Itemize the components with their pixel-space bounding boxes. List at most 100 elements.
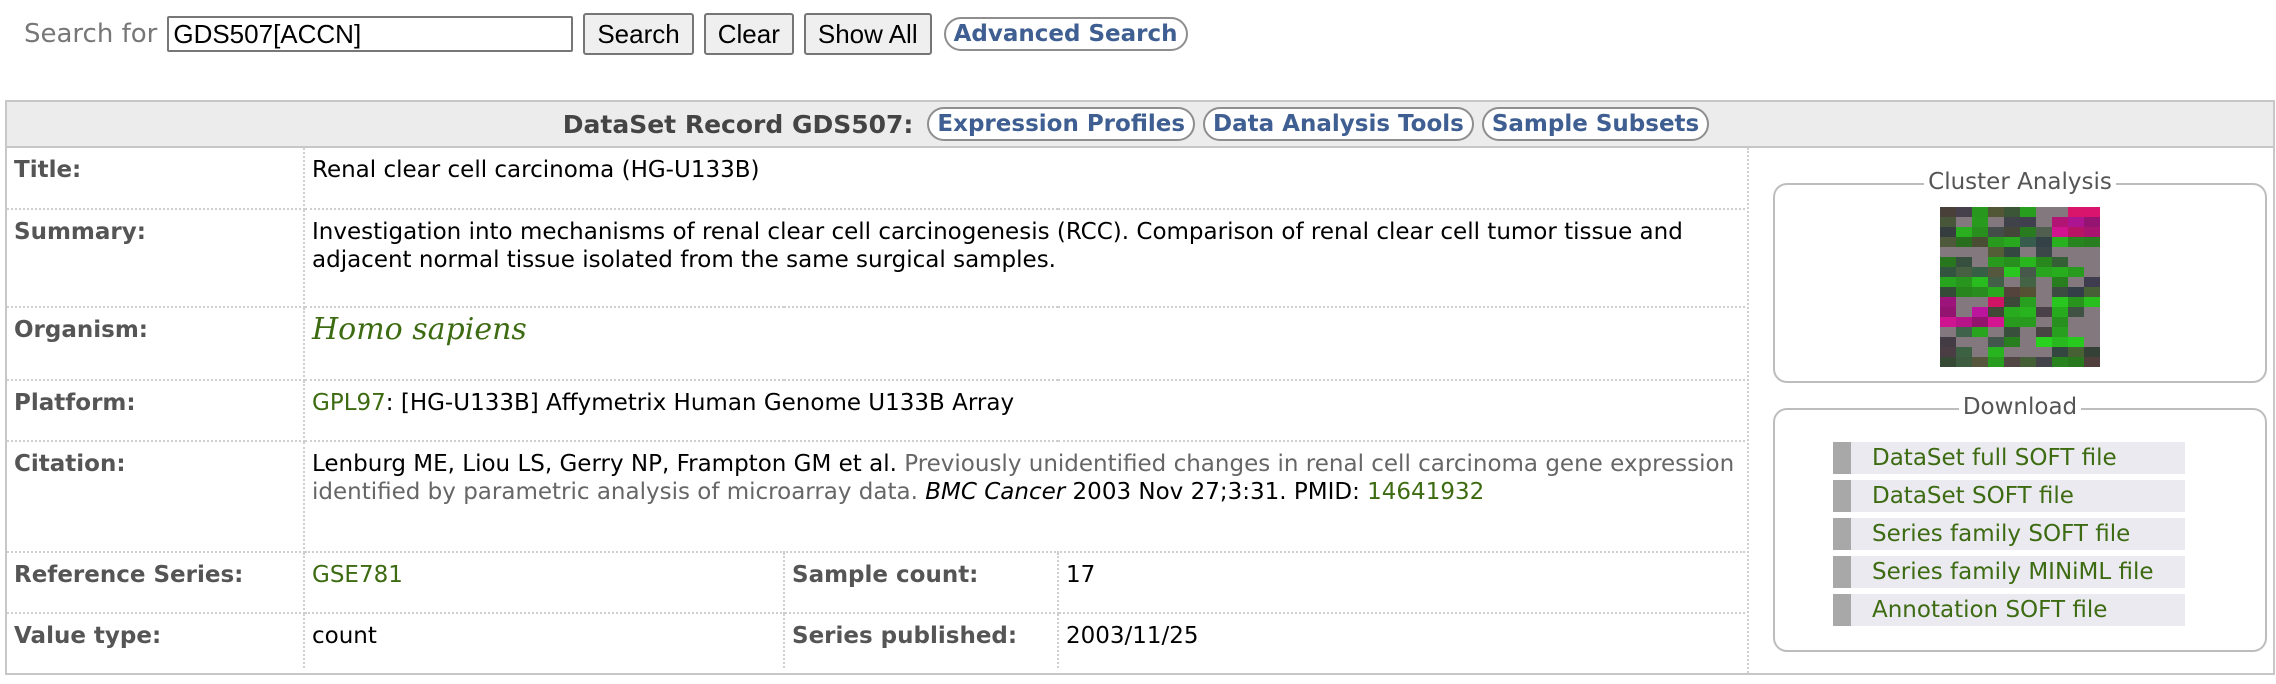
heatmap-cell: [2020, 317, 2036, 327]
heatmap-cell: [1956, 327, 1972, 337]
heatmap-cell: [2084, 347, 2100, 357]
heatmap-cell: [2084, 297, 2100, 307]
heatmap-cell: [2036, 217, 2052, 227]
heatmap-cell: [1956, 307, 1972, 317]
heatmap-cell: [2020, 307, 2036, 317]
heatmap-cell: [1940, 357, 1956, 367]
heatmap-cell: [1956, 277, 1972, 287]
reference-series-label: Reference Series:: [7, 552, 305, 614]
heatmap-cell: [2068, 287, 2084, 297]
heatmap-cell: [2036, 317, 2052, 327]
download-series-family-miniml[interactable]: Series family MINiML file: [1833, 556, 2185, 588]
organism-link[interactable]: Homo sapiens: [312, 312, 527, 347]
search-button[interactable]: Search: [583, 13, 694, 55]
download-dataset-full-soft[interactable]: DataSet full SOFT file: [1833, 442, 2185, 474]
heatmap-cell: [2020, 277, 2036, 287]
summary-value: Investigation into mechanisms of renal c…: [304, 209, 1745, 308]
heatmap-cell: [2084, 317, 2100, 327]
heatmap-cell: [2084, 277, 2100, 287]
heatmap-cell: [1972, 247, 1988, 257]
search-input[interactable]: [167, 16, 574, 52]
heatmap-cell: [1988, 327, 2004, 337]
reference-series-cell: GSE781: [304, 552, 785, 614]
heatmap-cell: [1956, 227, 1972, 237]
download-list: DataSet full SOFT file DataSet SOFT file…: [1833, 442, 2185, 632]
heatmap-cell: [2020, 327, 2036, 337]
heatmap-cell: [2020, 237, 2036, 247]
heatmap-cell: [2084, 237, 2100, 247]
record-title: DataSet Record GDS507:: [562, 109, 914, 139]
heatmap-cell: [1972, 267, 1988, 277]
heatmap-cell: [2036, 207, 2052, 217]
heatmap-cell: [2036, 307, 2052, 317]
sample-count-label: Sample count:: [784, 552, 1059, 614]
row-summary: Summary: Investigation into mechanisms o…: [7, 209, 1745, 308]
heatmap-cell: [1940, 327, 1956, 337]
show-all-button[interactable]: Show All: [803, 13, 932, 55]
heatmap-cell: [2020, 337, 2036, 347]
heatmap-cell: [1988, 277, 2004, 287]
tab-expression-profiles[interactable]: Expression Profiles: [927, 107, 1196, 141]
heatmap-cell: [2052, 317, 2068, 327]
heatmap-cell: [2020, 257, 2036, 267]
dataset-record: DataSet Record GDS507: Expression Profil…: [5, 100, 2275, 675]
tab-data-analysis-tools[interactable]: Data Analysis Tools: [1203, 107, 1474, 141]
heatmap-cell: [1988, 317, 2004, 327]
heatmap-cell: [2036, 227, 2052, 237]
download-dataset-soft[interactable]: DataSet SOFT file: [1833, 480, 2185, 512]
heatmap-cell: [1940, 317, 1956, 327]
heatmap-cell: [2004, 237, 2020, 247]
heatmap-cell: [2036, 357, 2052, 367]
heatmap-cell: [1972, 217, 1988, 227]
heatmap-cell: [2020, 227, 2036, 237]
heatmap-cell: [2036, 327, 2052, 337]
cluster-heatmap-image[interactable]: [1940, 207, 2100, 367]
heatmap-cell: [1956, 287, 1972, 297]
heatmap-cell: [1940, 287, 1956, 297]
clear-button[interactable]: Clear: [703, 13, 794, 55]
download-annotation-soft[interactable]: Annotation SOFT file: [1833, 594, 2185, 626]
download-legend: Download: [1958, 394, 2082, 420]
heatmap-cell: [2068, 317, 2084, 327]
heatmap-cell: [2004, 287, 2020, 297]
advanced-search-link[interactable]: Advanced Search: [943, 17, 1188, 51]
platform-link[interactable]: GPL97: [312, 390, 386, 416]
heatmap-cell: [1988, 307, 2004, 317]
heatmap-cell: [2068, 217, 2084, 227]
download-series-family-soft[interactable]: Series family SOFT file: [1833, 518, 2185, 550]
heatmap-cell: [1972, 337, 1988, 347]
row-organism: Organism: Homo sapiens: [7, 307, 1745, 381]
heatmap-cell: [1972, 307, 1988, 317]
heatmap-cell: [1956, 297, 1972, 307]
heatmap-cell: [2004, 317, 2020, 327]
heatmap-cell: [1972, 347, 1988, 357]
heatmap-cell: [1972, 317, 1988, 327]
heatmap-cell: [2036, 297, 2052, 307]
heatmap-cell: [2004, 307, 2020, 317]
summary-label: Summary:: [7, 209, 305, 308]
heatmap-cell: [1940, 337, 1956, 347]
heatmap-cell: [2084, 327, 2100, 337]
series-published-value: 2003/11/25: [1066, 623, 1199, 649]
heatmap-cell: [2052, 287, 2068, 297]
citation-cell: Lenburg ME, Liou LS, Gerry NP, Frampton …: [304, 441, 1745, 553]
heatmap-cell: [2020, 267, 2036, 277]
citation-journal: BMC Cancer: [925, 479, 1066, 505]
reference-series-link[interactable]: GSE781: [312, 562, 403, 588]
heatmap-cell: [2068, 237, 2084, 247]
heatmap-cell: [2052, 357, 2068, 367]
heatmap-cell: [2084, 357, 2100, 367]
heatmap-cell: [1956, 237, 1972, 247]
pmid-link[interactable]: 14641932: [1367, 479, 1484, 505]
heatmap-cell: [2020, 217, 2036, 227]
record-info-table: Title: Renal clear cell carcinoma (HG-U1…: [7, 148, 1745, 668]
heatmap-cell: [2004, 217, 2020, 227]
heatmap-cell: [2052, 297, 2068, 307]
heatmap-cell: [2004, 357, 2020, 367]
heatmap-cell: [2084, 227, 2100, 237]
heatmap-cell: [2052, 347, 2068, 357]
heatmap-cell: [2084, 287, 2100, 297]
heatmap-cell: [2084, 257, 2100, 267]
heatmap-cell: [2036, 287, 2052, 297]
tab-sample-subsets[interactable]: Sample Subsets: [1481, 107, 1710, 141]
